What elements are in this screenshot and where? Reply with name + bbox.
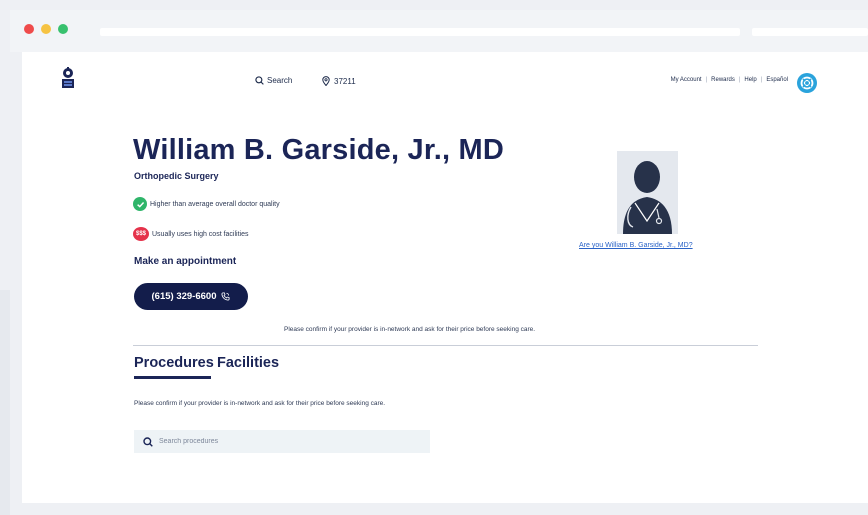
window-controls [24, 24, 68, 34]
espanol-link[interactable]: Español [766, 77, 788, 83]
link-separator: | [705, 77, 708, 83]
rewards-link[interactable]: Rewards [711, 77, 735, 83]
logo-icon [62, 67, 74, 88]
browser-toolbar-field[interactable] [752, 28, 868, 36]
my-account-link[interactable]: My Account [671, 77, 702, 83]
tab-procedures[interactable]: Procedures [134, 355, 214, 371]
help-button[interactable] [797, 73, 817, 93]
network-notice: Please confirm if your provider is in-ne… [284, 326, 536, 333]
minimize-window-button[interactable] [41, 24, 51, 34]
quality-text: Higher than average overall doctor quali… [150, 200, 280, 208]
link-separator: | [738, 77, 741, 83]
procedure-search-box[interactable] [134, 430, 430, 453]
doctor-silhouette-icon [617, 151, 678, 234]
doctor-name: William B. Garside, Jr., MD [133, 134, 504, 166]
link-separator: | [760, 77, 763, 83]
maximize-window-button[interactable] [58, 24, 68, 34]
close-window-button[interactable] [24, 24, 34, 34]
location-selector[interactable]: 37211 [322, 76, 356, 86]
site-logo[interactable] [60, 67, 76, 89]
appointment-heading: Make an appointment [134, 256, 237, 267]
help-link[interactable]: Help [744, 77, 756, 83]
search-icon [143, 436, 153, 447]
procedures-notice: Please confirm if your provider is in-ne… [134, 400, 386, 407]
check-icon [133, 197, 147, 211]
address-bar[interactable] [100, 28, 740, 36]
doctor-specialty: Orthopedic Surgery [134, 171, 219, 181]
help-icon [800, 76, 814, 90]
claim-profile-link[interactable]: Are you William B. Garside, Jr., MD? [579, 242, 693, 249]
account-links: My Account | Rewards | Help | Español [671, 77, 788, 83]
zip-code: 37211 [334, 76, 356, 86]
quality-indicator: Higher than average overall doctor quali… [133, 197, 280, 211]
doctor-photo [617, 151, 678, 234]
call-phone-button[interactable]: (615) 329-6600 [134, 283, 248, 310]
cost-text: Usually uses high cost facilities [152, 230, 249, 238]
procedure-search-input[interactable] [159, 438, 409, 445]
search-label: Search [267, 76, 293, 85]
page: Search 37211 My Account | Rewards | Help… [22, 52, 868, 503]
tab-facilities[interactable]: Facilities [217, 355, 279, 371]
phone-icon [221, 292, 230, 301]
active-tab-indicator [134, 376, 211, 379]
search-icon [255, 76, 264, 85]
phone-number: (615) 329-6600 [151, 291, 217, 302]
location-pin-icon [322, 76, 330, 86]
section-divider [133, 345, 758, 346]
browser-chrome [10, 10, 868, 52]
cost-badge: $$$ [133, 227, 149, 241]
header-search-link[interactable]: Search [255, 76, 292, 85]
side-shadow [0, 290, 10, 515]
cost-indicator: $$$ Usually uses high cost facilities [133, 227, 249, 241]
